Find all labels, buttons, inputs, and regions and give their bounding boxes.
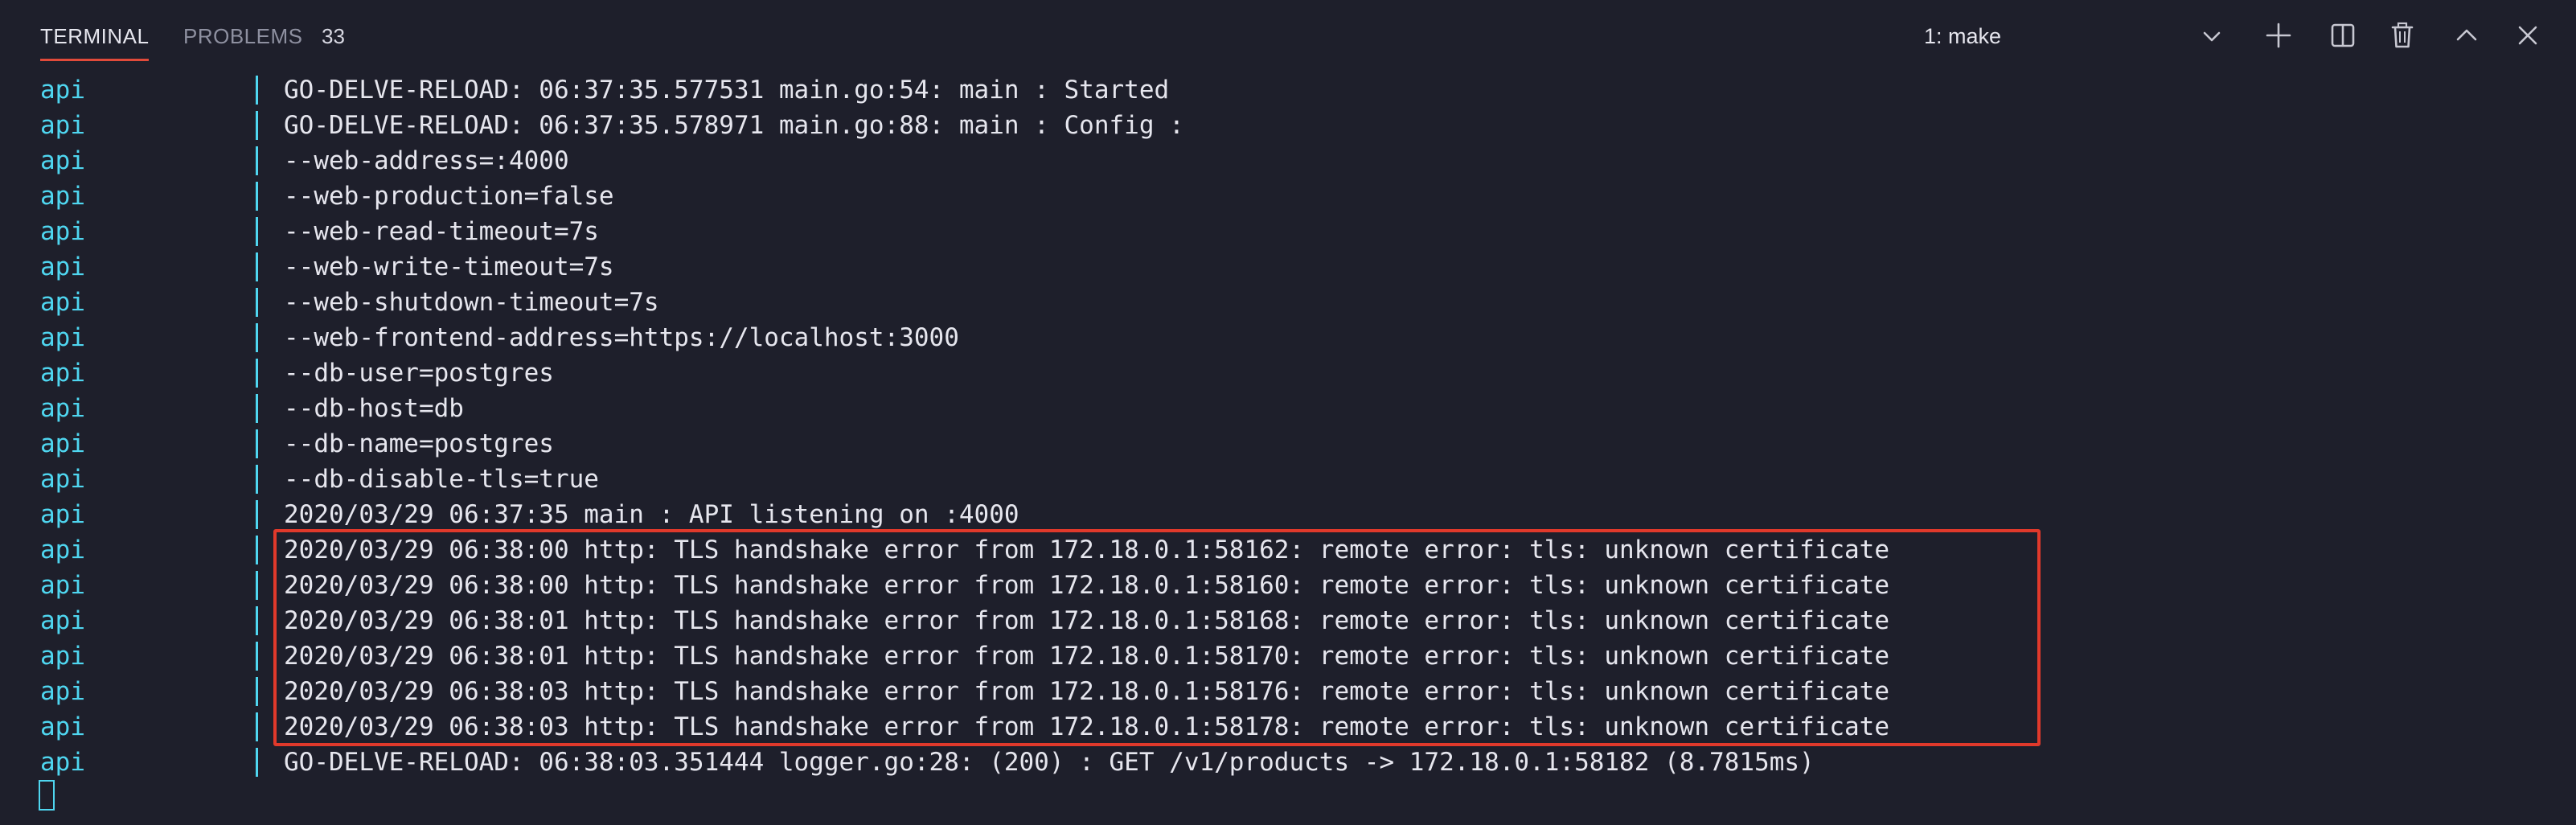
kill-terminal-button[interactable]: [2386, 19, 2418, 51]
service-prefix: api: [40, 536, 85, 564]
service-prefix: api: [40, 500, 85, 529]
line-separator: [256, 606, 258, 635]
log-message: --web-read-timeout=7s: [284, 217, 599, 246]
problems-count-badge: 33: [322, 24, 345, 48]
log-message: --db-disable-tls=true: [284, 465, 599, 494]
panel-header: TERMINAL PROBLEMS 33 1: make: [0, 0, 2576, 69]
line-separator: [256, 394, 258, 423]
trash-icon: [2391, 22, 2414, 48]
line-separator: [256, 642, 258, 671]
service-prefix: api: [40, 76, 85, 105]
service-prefix: api: [40, 288, 85, 317]
log-message: --web-address=:4000: [284, 146, 569, 175]
line-separator: [256, 323, 258, 352]
service-prefix: api: [40, 606, 85, 635]
service-prefix: api: [40, 429, 85, 458]
line-separator: [256, 748, 258, 777]
chevron-up-icon: [2456, 29, 2477, 41]
split-icon: [2331, 23, 2355, 47]
line-separator: [256, 217, 258, 246]
service-prefix: api: [40, 359, 85, 388]
log-message: --db-name=postgres: [284, 429, 554, 458]
log-message: GO-DELVE-RELOAD: 06:37:35.578971 main.go…: [284, 111, 1184, 140]
line-separator: [256, 288, 258, 317]
log-message: --db-user=postgres: [284, 359, 554, 388]
line-separator: [256, 111, 258, 140]
service-prefix: api: [40, 394, 85, 423]
terminal-output[interactable]: api GO-DELVE-RELOAD: 06:37:35.577531 main…: [0, 72, 2576, 825]
service-prefix: api: [40, 252, 85, 281]
line-separator: [256, 252, 258, 281]
line-separator: [256, 465, 258, 494]
tab-terminal[interactable]: TERMINAL: [40, 24, 150, 61]
log-message: GO-DELVE-RELOAD: 06:37:35.577531 main.go…: [284, 76, 1170, 105]
close-icon: [2518, 26, 2537, 45]
chevron-down-icon: [2203, 31, 2221, 42]
line-separator: [256, 182, 258, 211]
service-prefix: api: [40, 217, 85, 246]
line-separator: [256, 76, 258, 105]
log-message: --web-frontend-address=https://localhost…: [284, 323, 959, 352]
line-separator: [256, 429, 258, 458]
new-terminal-button[interactable]: [2262, 19, 2295, 51]
line-separator: [256, 146, 258, 175]
service-prefix: api: [40, 748, 85, 777]
service-prefix: api: [40, 323, 85, 352]
service-prefix: api: [40, 712, 85, 741]
service-prefix: api: [40, 677, 85, 706]
line-separator: [256, 536, 258, 564]
plus-icon: [2266, 23, 2291, 48]
maximize-panel-button[interactable]: [2451, 19, 2483, 51]
service-prefix: api: [40, 571, 85, 600]
log-message: GO-DELVE-RELOAD: 06:38:03.351444 logger.…: [284, 748, 1815, 777]
terminal-cursor: [39, 780, 55, 811]
log-message: --web-write-timeout=7s: [284, 252, 614, 281]
log-message: --web-shutdown-timeout=7s: [284, 288, 659, 317]
line-separator: [256, 712, 258, 741]
line-separator: [256, 359, 258, 388]
service-prefix: api: [40, 642, 85, 671]
service-prefix: api: [40, 182, 85, 211]
log-message: 2020/03/29 06:37:35 main : API listening…: [284, 500, 1019, 529]
terminal-panel: TERMINAL PROBLEMS 33 1: make api GO-DELV…: [0, 0, 2576, 825]
line-separator: [256, 500, 258, 529]
service-prefix: api: [40, 465, 85, 494]
line-separator: [256, 677, 258, 706]
split-terminal-button[interactable]: [2327, 19, 2359, 51]
close-panel-button[interactable]: [2512, 19, 2544, 51]
line-separator: [256, 571, 258, 600]
tls-error-highlight-box: [273, 529, 2041, 746]
log-message: --db-host=db: [284, 394, 464, 423]
terminal-selector-value: 1: make: [1924, 24, 2002, 48]
service-prefix: api: [40, 146, 85, 175]
tab-problems[interactable]: PROBLEMS: [183, 24, 303, 61]
terminal-selector-dropdown[interactable]: 1: make: [1922, 21, 2227, 51]
log-message: --web-production=false: [284, 182, 614, 211]
service-prefix: api: [40, 111, 85, 140]
